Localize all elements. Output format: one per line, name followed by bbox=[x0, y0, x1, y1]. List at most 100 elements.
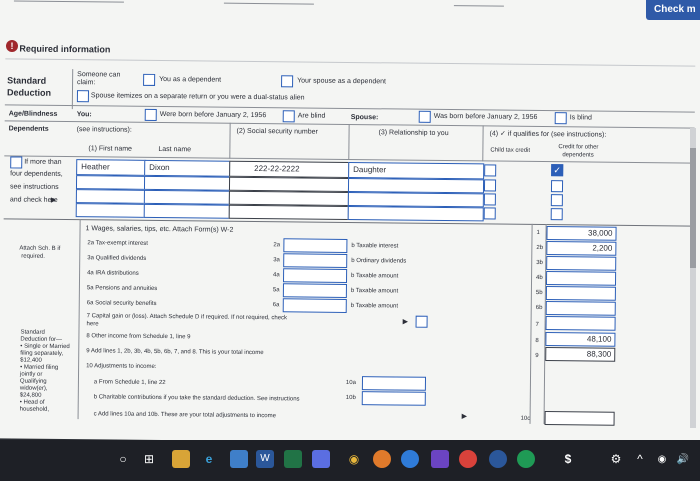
dep1-ssn[interactable]: 222-22-2222 bbox=[229, 160, 350, 178]
deduction-label: Deduction bbox=[6, 87, 52, 98]
line1-label: 1 Wages, salaries, tips, etc. Attach For… bbox=[85, 225, 234, 234]
line1-wages-input[interactable]: 38,000 bbox=[546, 226, 617, 241]
chrome-icon[interactable]: ◉ bbox=[344, 448, 364, 470]
spouse-itemizes-checkbox[interactable] bbox=[76, 90, 89, 103]
dep1-child-credit-checkbox[interactable] bbox=[484, 164, 497, 177]
dep2-child-credit-checkbox[interactable] bbox=[483, 179, 497, 192]
dep3-first-name[interactable] bbox=[75, 189, 146, 204]
word-icon[interactable]: W bbox=[256, 448, 274, 470]
line5b-input[interactable] bbox=[545, 286, 616, 301]
excel-icon[interactable] bbox=[284, 448, 302, 470]
task-view-icon[interactable]: ⊞ bbox=[138, 448, 160, 470]
chevron-up-icon[interactable]: ^ bbox=[632, 448, 648, 470]
spouse-dependent-checkbox[interactable] bbox=[281, 75, 294, 88]
app-icon[interactable] bbox=[400, 448, 420, 470]
dep2-last-name[interactable] bbox=[143, 175, 231, 191]
line5a-input[interactable] bbox=[282, 283, 347, 298]
col-child-tax-credit: Child tax credit bbox=[490, 147, 531, 154]
line10b-input[interactable] bbox=[361, 391, 426, 406]
divider bbox=[229, 122, 231, 159]
divider bbox=[482, 125, 484, 162]
app-icon[interactable] bbox=[430, 448, 450, 470]
dollar-icon[interactable]: $ bbox=[560, 448, 576, 470]
arrow-right-icon: ▶ bbox=[50, 196, 57, 204]
line2a-input[interactable] bbox=[283, 238, 348, 253]
line8-input[interactable]: 48,100 bbox=[545, 332, 616, 347]
dependents-label: Dependents bbox=[8, 125, 49, 133]
app-icon[interactable] bbox=[372, 448, 392, 470]
store-icon[interactable] bbox=[230, 448, 248, 470]
you-dependent-checkbox[interactable] bbox=[143, 73, 156, 86]
dep2-other-credit-checkbox[interactable] bbox=[550, 180, 564, 193]
line6b-input[interactable] bbox=[545, 301, 616, 316]
line2b-label: b Taxable interest bbox=[351, 243, 399, 250]
dep1-other-credit-checkbox[interactable]: ✓ bbox=[551, 164, 564, 177]
dep3-ssn[interactable] bbox=[228, 190, 349, 206]
dep2-first-name[interactable] bbox=[75, 175, 147, 190]
line2a-num: 2a bbox=[273, 242, 281, 249]
line6a-input[interactable] bbox=[282, 298, 347, 313]
you-blind-checkbox[interactable] bbox=[282, 110, 295, 123]
col-last-name: Last name bbox=[158, 145, 192, 154]
tax-form-page: Required information Standard Deduction … bbox=[0, 0, 700, 446]
line4a-input[interactable] bbox=[282, 268, 348, 283]
app-icon[interactable] bbox=[458, 448, 478, 470]
line3b-label: b Ordinary dividends bbox=[351, 258, 407, 265]
line3b-input[interactable] bbox=[546, 256, 617, 271]
line10a-input[interactable] bbox=[361, 376, 427, 391]
dep3-other-credit-checkbox[interactable] bbox=[550, 194, 563, 207]
you-born-before-checkbox[interactable] bbox=[144, 108, 157, 121]
you-label: You: bbox=[76, 111, 92, 119]
dep2-relationship[interactable] bbox=[347, 177, 485, 194]
line4b-input[interactable] bbox=[545, 271, 617, 286]
line6b-label: b Taxable amount bbox=[350, 303, 399, 310]
dep4-last-name[interactable] bbox=[143, 203, 230, 219]
line4a-num: 4a bbox=[273, 272, 280, 279]
arrow-right-icon: ▶ bbox=[402, 318, 409, 326]
volume-icon[interactable]: 🔊 bbox=[674, 448, 692, 470]
line3a-input[interactable] bbox=[283, 253, 348, 268]
spouse-born-before-checkbox[interactable] bbox=[418, 110, 431, 123]
dep3-relationship[interactable] bbox=[347, 191, 484, 208]
app-icon[interactable] bbox=[516, 448, 536, 470]
dep4-relationship[interactable] bbox=[347, 205, 484, 222]
gear-icon[interactable]: ⚙ bbox=[608, 448, 624, 470]
you-blind-label: Are blind bbox=[297, 112, 326, 120]
dep1-relationship[interactable]: Daughter bbox=[348, 161, 485, 180]
start-icon[interactable]: ○ bbox=[112, 448, 134, 470]
col-relationship: (3) Relationship to you bbox=[378, 129, 449, 138]
file-explorer-icon[interactable] bbox=[172, 448, 190, 470]
app-icon[interactable] bbox=[488, 448, 508, 470]
std-side-3: • Single or Married bbox=[20, 343, 70, 351]
col-ssn: (2) Social security number bbox=[236, 127, 318, 136]
line3a-num: 3a bbox=[273, 257, 280, 264]
dep1-last-name[interactable]: Dixon bbox=[144, 159, 231, 177]
dep3-child-credit-checkbox[interactable] bbox=[483, 193, 496, 206]
dep1-first-name[interactable]: Heather bbox=[76, 159, 147, 176]
app-icon[interactable] bbox=[312, 448, 330, 470]
more-than-label: If more than bbox=[24, 158, 62, 166]
line2b-num: 2b bbox=[536, 244, 544, 252]
edge-icon[interactable]: e bbox=[198, 448, 220, 470]
std-side-8: Qualifying bbox=[19, 378, 47, 385]
line7-input[interactable] bbox=[545, 316, 616, 331]
dep3-last-name[interactable] bbox=[143, 189, 230, 205]
dep4-child-credit-checkbox[interactable] bbox=[483, 207, 496, 220]
line2b-input[interactable]: 2,200 bbox=[546, 241, 617, 256]
line7-checkbox[interactable] bbox=[415, 315, 428, 328]
line10a-label: a From Schedule 1, line 22 bbox=[93, 379, 166, 387]
spouse-blind-checkbox[interactable] bbox=[554, 112, 567, 125]
network-icon[interactable]: ◉ bbox=[654, 448, 670, 470]
dep4-other-credit-checkbox[interactable] bbox=[550, 208, 563, 221]
scrollbar[interactable] bbox=[690, 128, 696, 428]
dep4-first-name[interactable] bbox=[75, 203, 146, 218]
line5a-num: 5a bbox=[272, 287, 280, 294]
dep4-ssn[interactable] bbox=[228, 204, 349, 220]
std-side-5: $12,400 bbox=[20, 357, 42, 364]
more-than-four-checkbox[interactable] bbox=[10, 156, 23, 169]
line3b-num: 3b bbox=[536, 259, 543, 267]
scrollbar-thumb[interactable] bbox=[690, 148, 696, 268]
dep2-ssn[interactable] bbox=[228, 176, 350, 192]
check-my-work-button[interactable]: Check m bbox=[646, 0, 700, 20]
divider bbox=[13, 0, 124, 3]
